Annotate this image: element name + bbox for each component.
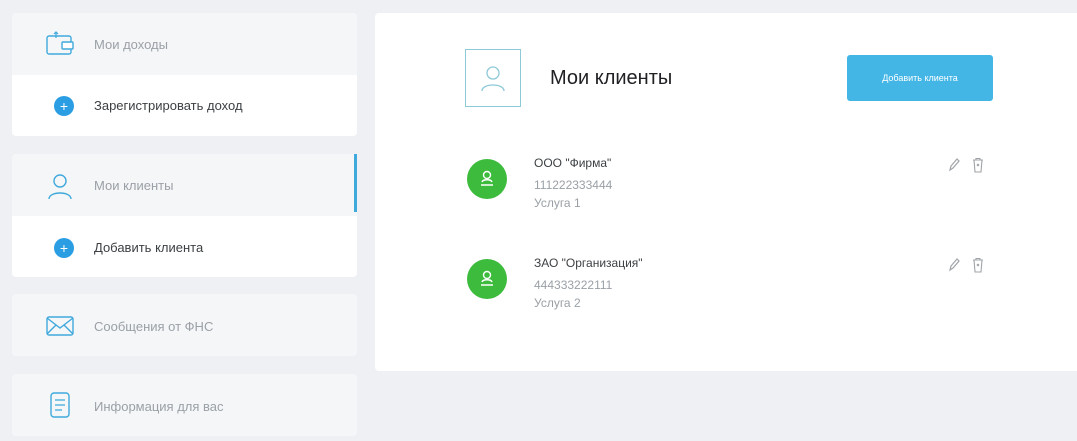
messages-section-label: Сообщения от ФНС (94, 319, 214, 334)
client-name: ЗАО "Организация" (534, 256, 643, 270)
income-section-label: Мои доходы (94, 37, 168, 52)
row-actions (947, 257, 985, 273)
client-row[interactable]: ЗАО "Организация" 444333222111 Услуга 2 (467, 256, 1007, 339)
row-actions (947, 157, 985, 173)
clients-section-label: Мои клиенты (94, 178, 174, 193)
client-service: Услуга 2 (534, 296, 581, 310)
trash-icon[interactable] (971, 157, 985, 173)
clients-card: Мои клиенты + Добавить клиента (12, 154, 357, 277)
page-avatar (465, 49, 521, 107)
add-client-label: Добавить клиента (94, 240, 204, 255)
register-income-link[interactable]: + Зарегистрировать доход (12, 75, 357, 136)
clients-panel: Мои клиенты Добавить клиента ООО "Фирма"… (375, 13, 1077, 371)
client-name: ООО "Фирма" (534, 156, 612, 170)
client-avatar (467, 159, 507, 199)
envelope-icon (44, 310, 76, 342)
user-icon (481, 66, 505, 92)
trash-icon[interactable] (971, 257, 985, 273)
pencil-icon[interactable] (947, 257, 961, 273)
info-section-label: Информация для вас (94, 399, 224, 414)
user-icon (44, 170, 76, 202)
wallet-icon (44, 28, 76, 60)
page-title: Мои клиенты (550, 67, 673, 89)
client-service: Услуга 1 (534, 196, 581, 210)
client-row[interactable]: ООО "Фирма" 111222333444 Услуга 1 (467, 156, 1007, 239)
clients-section-header[interactable]: Мои клиенты (12, 154, 357, 216)
client-avatar (467, 259, 507, 299)
income-card: Мои доходы + Зарегистрировать доход (12, 13, 357, 136)
document-icon (44, 389, 76, 421)
plus-icon: + (54, 238, 74, 258)
income-section-header[interactable]: Мои доходы (12, 13, 357, 75)
client-inn: 444333222111 (534, 278, 613, 292)
register-income-label: Зарегистрировать доход (94, 98, 243, 113)
plus-icon: + (54, 96, 74, 116)
add-client-button[interactable]: Добавить клиента (847, 55, 993, 101)
user-icon (481, 170, 493, 186)
pencil-icon[interactable] (947, 157, 961, 173)
user-icon (481, 270, 493, 286)
client-inn: 111222333444 (534, 178, 613, 192)
add-client-link[interactable]: + Добавить клиента (12, 216, 357, 277)
info-card[interactable]: Информация для вас (12, 374, 357, 436)
messages-card[interactable]: Сообщения от ФНС (12, 294, 357, 356)
active-indicator (354, 154, 357, 212)
